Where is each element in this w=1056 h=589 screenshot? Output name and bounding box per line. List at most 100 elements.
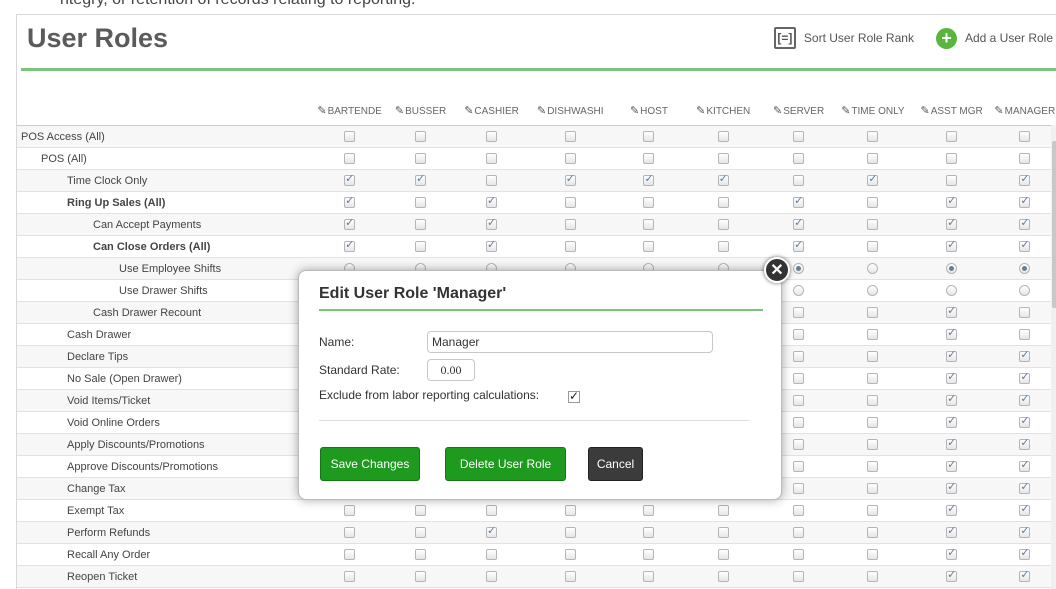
- role-name[interactable]: DISHWASHI: [547, 106, 603, 117]
- permission-checkbox[interactable]: [415, 549, 426, 560]
- edit-pencil-icon[interactable]: ✎: [920, 104, 929, 117]
- permission-checkbox[interactable]: [867, 241, 878, 252]
- role-name[interactable]: KITCHEN: [706, 106, 750, 117]
- permission-checkbox[interactable]: [415, 197, 426, 208]
- permission-checkbox[interactable]: [946, 373, 957, 384]
- permission-checkbox[interactable]: [1019, 461, 1030, 472]
- permission-checkbox[interactable]: [867, 549, 878, 560]
- permission-checkbox[interactable]: [793, 329, 804, 340]
- permission-checkbox[interactable]: [793, 197, 804, 208]
- permission-checkbox[interactable]: [486, 131, 497, 142]
- permission-checkbox[interactable]: [867, 131, 878, 142]
- permission-checkbox[interactable]: [946, 197, 957, 208]
- permission-checkbox[interactable]: [344, 571, 355, 582]
- role-column-header[interactable]: ✎CASHIER: [456, 95, 527, 126]
- role-name[interactable]: CASHIER: [474, 106, 518, 117]
- permission-checkbox[interactable]: [867, 461, 878, 472]
- role-column-header[interactable]: ✎BUSSER: [385, 95, 456, 126]
- permission-checkbox[interactable]: [718, 571, 729, 582]
- permission-checkbox[interactable]: [1019, 219, 1030, 230]
- edit-pencil-icon[interactable]: ✎: [537, 104, 546, 117]
- edit-pencil-icon[interactable]: ✎: [841, 104, 850, 117]
- permission-checkbox[interactable]: [793, 175, 804, 186]
- permission-radio[interactable]: [867, 285, 878, 296]
- permission-checkbox[interactable]: [486, 241, 497, 252]
- permission-checkbox[interactable]: [718, 241, 729, 252]
- permission-checkbox[interactable]: [486, 197, 497, 208]
- permission-checkbox[interactable]: [565, 527, 576, 538]
- role-name[interactable]: BUSSER: [405, 106, 446, 117]
- permission-checkbox[interactable]: [415, 571, 426, 582]
- permission-radio[interactable]: [1019, 285, 1030, 296]
- permission-checkbox[interactable]: [415, 241, 426, 252]
- permission-checkbox[interactable]: [946, 439, 957, 450]
- sort-user-role-rank-link[interactable]: Sort User Role Rank: [804, 31, 914, 45]
- permission-checkbox[interactable]: [867, 505, 878, 516]
- permission-checkbox[interactable]: [643, 505, 654, 516]
- permission-checkbox[interactable]: [565, 197, 576, 208]
- exclude-labor-checkbox[interactable]: ✓: [568, 391, 580, 403]
- role-name[interactable]: BARTENDE: [328, 106, 382, 117]
- permission-checkbox[interactable]: [718, 153, 729, 164]
- permission-checkbox[interactable]: [946, 461, 957, 472]
- edit-pencil-icon[interactable]: ✎: [464, 104, 473, 117]
- permission-checkbox[interactable]: [415, 175, 426, 186]
- permission-checkbox[interactable]: [793, 219, 804, 230]
- permission-checkbox[interactable]: [1019, 417, 1030, 428]
- delete-user-role-button[interactable]: Delete User Role: [445, 447, 566, 481]
- cancel-button[interactable]: Cancel: [588, 447, 643, 481]
- vertical-scrollbar[interactable]: ▲: [1051, 125, 1056, 589]
- permission-checkbox[interactable]: [565, 241, 576, 252]
- permission-checkbox[interactable]: [1019, 527, 1030, 538]
- permission-checkbox[interactable]: [867, 197, 878, 208]
- permission-checkbox[interactable]: [415, 219, 426, 230]
- permission-checkbox[interactable]: [1019, 549, 1030, 560]
- permission-checkbox[interactable]: [867, 351, 878, 362]
- permission-checkbox[interactable]: [1019, 153, 1030, 164]
- permission-checkbox[interactable]: [486, 219, 497, 230]
- permission-checkbox[interactable]: [793, 131, 804, 142]
- role-column-header[interactable]: ✎TIME ONLY: [835, 95, 910, 126]
- permission-checkbox[interactable]: [793, 395, 804, 406]
- permission-checkbox[interactable]: [1019, 395, 1030, 406]
- permission-checkbox[interactable]: [793, 439, 804, 450]
- permission-checkbox[interactable]: [793, 527, 804, 538]
- permission-checkbox[interactable]: [643, 175, 654, 186]
- permission-checkbox[interactable]: [643, 153, 654, 164]
- permission-checkbox[interactable]: [344, 505, 355, 516]
- permission-checkbox[interactable]: [1019, 505, 1030, 516]
- permission-checkbox[interactable]: [486, 175, 497, 186]
- role-column-header[interactable]: ✎SERVER: [762, 95, 835, 126]
- permission-checkbox[interactable]: [643, 549, 654, 560]
- permission-checkbox[interactable]: [643, 131, 654, 142]
- standard-rate-input[interactable]: 0.00: [427, 359, 475, 381]
- permission-checkbox[interactable]: [415, 153, 426, 164]
- permission-checkbox[interactable]: [793, 153, 804, 164]
- permission-checkbox[interactable]: [946, 395, 957, 406]
- permission-checkbox[interactable]: [793, 461, 804, 472]
- permission-checkbox[interactable]: [793, 351, 804, 362]
- edit-pencil-icon[interactable]: ✎: [630, 104, 639, 117]
- permission-checkbox[interactable]: [565, 175, 576, 186]
- permission-checkbox[interactable]: [867, 527, 878, 538]
- permission-radio[interactable]: [793, 285, 804, 296]
- permission-checkbox[interactable]: [1019, 197, 1030, 208]
- permission-checkbox[interactable]: [344, 241, 355, 252]
- permission-checkbox[interactable]: [643, 219, 654, 230]
- permission-checkbox[interactable]: [946, 131, 957, 142]
- permission-checkbox[interactable]: [486, 505, 497, 516]
- role-column-header[interactable]: ✎DISHWASHI: [527, 95, 613, 126]
- permission-checkbox[interactable]: [718, 505, 729, 516]
- permission-checkbox[interactable]: [946, 549, 957, 560]
- permission-checkbox[interactable]: [867, 373, 878, 384]
- edit-pencil-icon[interactable]: ✎: [696, 104, 705, 117]
- edit-pencil-icon[interactable]: ✎: [395, 104, 404, 117]
- permission-checkbox[interactable]: [946, 351, 957, 362]
- permission-checkbox[interactable]: [415, 527, 426, 538]
- permission-checkbox[interactable]: [486, 571, 497, 582]
- permission-checkbox[interactable]: [344, 197, 355, 208]
- permission-checkbox[interactable]: [793, 505, 804, 516]
- permission-radio[interactable]: [946, 263, 957, 274]
- edit-pencil-icon[interactable]: ✎: [773, 104, 782, 117]
- permission-checkbox[interactable]: [643, 571, 654, 582]
